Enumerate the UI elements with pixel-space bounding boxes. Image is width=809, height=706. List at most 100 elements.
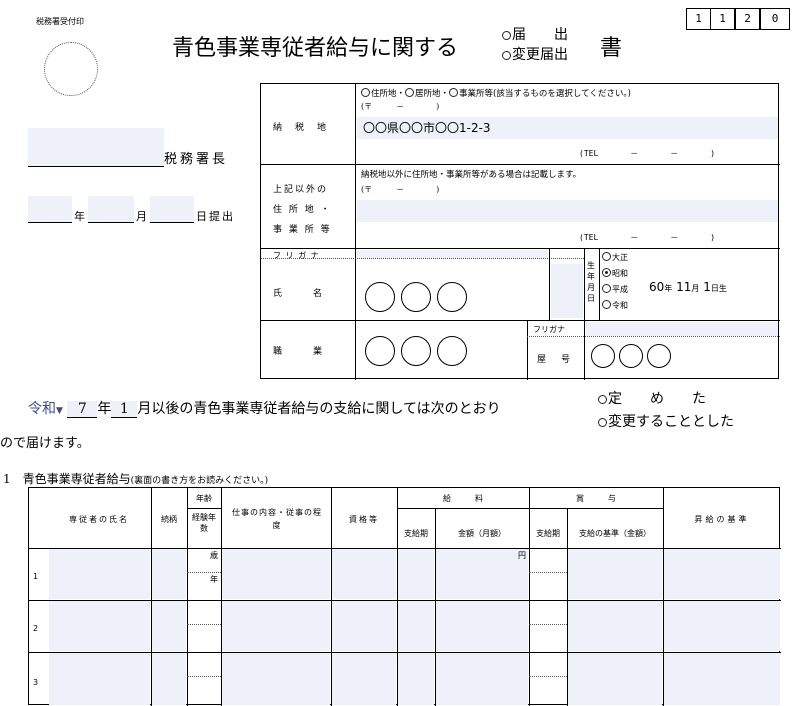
submit-day-input[interactable] <box>150 196 194 222</box>
row-1-job-input[interactable] <box>222 549 330 599</box>
era-option[interactable]: 令和 <box>602 298 628 314</box>
submit-year-input[interactable] <box>28 196 72 222</box>
birth-year-value[interactable]: 60 <box>649 280 664 294</box>
header-relation: 続柄 <box>161 515 177 524</box>
row-number: 1 <box>33 572 39 581</box>
birth-label: 生年月日 <box>587 261 595 303</box>
job-label: 職 業 <box>273 347 324 357</box>
divider <box>187 508 221 509</box>
shop-label: 屋 号 <box>537 355 574 365</box>
year-label: 年 <box>74 210 85 223</box>
radio-icon <box>502 51 511 60</box>
row-2-salary-amount-input[interactable] <box>436 601 528 651</box>
age-unit: 歳 <box>210 551 218 560</box>
name-circle <box>401 282 431 312</box>
furigana-label: フ リ ガ ナ <box>273 251 320 260</box>
submit-day-label: 日提出 <box>196 210 235 223</box>
other-address-note: 納税地以外に住所地・事業所等がある場合は記載します。 <box>361 170 582 180</box>
row-1-name-input[interactable] <box>49 549 150 599</box>
row-1-relation-input[interactable] <box>152 549 186 599</box>
row-2-relation-input[interactable] <box>152 601 186 651</box>
radio-icon <box>602 252 611 261</box>
header-name: 専従者の氏名 <box>69 515 129 524</box>
header-qualification: 資格等 <box>349 515 379 524</box>
yen-unit: 円 <box>518 551 526 560</box>
statement-choice-decided[interactable]: 定 め た <box>598 388 706 408</box>
row-3-job-input[interactable] <box>222 653 330 705</box>
underline <box>28 166 164 167</box>
form-number-digit: 2 <box>735 8 760 30</box>
title-option-submit[interactable]: 届 出 <box>502 24 568 44</box>
underline <box>150 222 194 223</box>
taxplace-label: 納 税 地 <box>273 123 329 133</box>
row-3-relation-input[interactable] <box>152 653 186 705</box>
tax-office-input[interactable] <box>28 128 164 166</box>
radio-icon <box>502 31 511 40</box>
radio-icon[interactable] <box>405 88 415 97</box>
shop-circle <box>647 344 671 368</box>
row-3-qualification-input[interactable] <box>332 653 396 705</box>
dropdown-icon[interactable]: ▼ <box>56 406 63 416</box>
row-1-raise-input[interactable] <box>664 549 780 599</box>
stamp-label: 税務署受付印 <box>36 17 84 26</box>
address-input[interactable]: 〇〇県〇〇市〇〇1-2-3 <box>357 117 778 139</box>
divider <box>584 320 585 380</box>
row-1-qualification-input[interactable] <box>332 549 396 599</box>
radio-icon[interactable] <box>449 88 459 97</box>
row-2-job-input[interactable] <box>222 601 330 651</box>
header-age: 年齢 <box>196 494 212 503</box>
tel: (TEL － － ) <box>579 149 716 158</box>
submit-month-input[interactable] <box>88 196 134 222</box>
birth-day-value[interactable]: 1 <box>703 280 711 294</box>
unit: 年 <box>664 284 673 293</box>
form-number-digit: 1 <box>686 8 711 30</box>
era-option[interactable]: 平成 <box>602 282 628 298</box>
header-bonus: 賞 与 <box>576 494 616 503</box>
title-option-change[interactable]: 変更届出 <box>502 44 568 64</box>
row-2-bonus-basis-input[interactable] <box>568 601 662 651</box>
unit: 日生 <box>710 284 727 293</box>
other-address-input[interactable] <box>357 200 778 222</box>
divider <box>527 336 780 337</box>
tel: (TEL － － ) <box>579 233 716 242</box>
header-bonus-basis: 支給の基準（金額） <box>579 529 651 538</box>
era-option[interactable]: 大正 <box>602 250 628 266</box>
row-3-name-input[interactable] <box>49 653 150 705</box>
other-address-label: 住 所 地 ・ <box>273 205 332 215</box>
row-1-bonus-basis-input[interactable] <box>568 549 662 599</box>
section-title: 1 青色事業専従者給与(裏面の書き方をお読みください。) <box>3 472 269 486</box>
divider <box>529 572 567 573</box>
shop-circle <box>591 344 615 368</box>
statement-month-input[interactable]: 1 <box>111 401 138 418</box>
row-3-raise-input[interactable] <box>664 653 780 705</box>
era-option[interactable]: 昭和 <box>602 266 628 282</box>
birth-month-value[interactable]: 11 <box>676 280 691 294</box>
form-number-digit: 1 <box>710 8 735 30</box>
form-page: 税務署受付印 青色事業専従者給与に関する 届 出 変更届出 書 1 1 2 0 … <box>0 0 809 706</box>
row-3-salary-amount-input[interactable] <box>436 653 528 705</box>
row-2-qualification-input[interactable] <box>332 601 396 651</box>
shop-circle <box>619 344 643 368</box>
address-value: 〇〇県〇〇市〇〇1-2-3 <box>363 121 491 135</box>
furigana-input[interactable] <box>357 250 547 258</box>
row-2-raise-input[interactable] <box>664 601 780 651</box>
shop-furigana-input[interactable] <box>586 322 778 336</box>
row-3-salary-period-input[interactable] <box>398 653 434 705</box>
statement-tail: ので届けます。 <box>0 436 90 451</box>
row-1-salary-amount-input[interactable] <box>436 549 528 599</box>
row-2-salary-period-input[interactable] <box>398 601 434 651</box>
era-select[interactable]: 令和 <box>28 401 56 417</box>
birth-date: 60年 11月 1日生 <box>649 280 727 294</box>
statement-choice-changed[interactable]: 変更することとした <box>598 411 734 431</box>
row-1-salary-period-input[interactable] <box>398 549 434 599</box>
statement-text: 月以後の青色事業専従者給与の支給に関しては次のとおり <box>137 401 501 417</box>
row-3-bonus-basis-input[interactable] <box>568 653 662 705</box>
unit: 月 <box>691 284 700 293</box>
row-number: 2 <box>33 624 39 633</box>
seal-space[interactable] <box>551 264 583 318</box>
row-2-name-input[interactable] <box>49 601 150 651</box>
divider <box>261 248 780 249</box>
radio-icon[interactable] <box>361 88 370 97</box>
radio-icon <box>602 284 611 293</box>
statement-year-input[interactable]: 7 <box>67 401 98 418</box>
